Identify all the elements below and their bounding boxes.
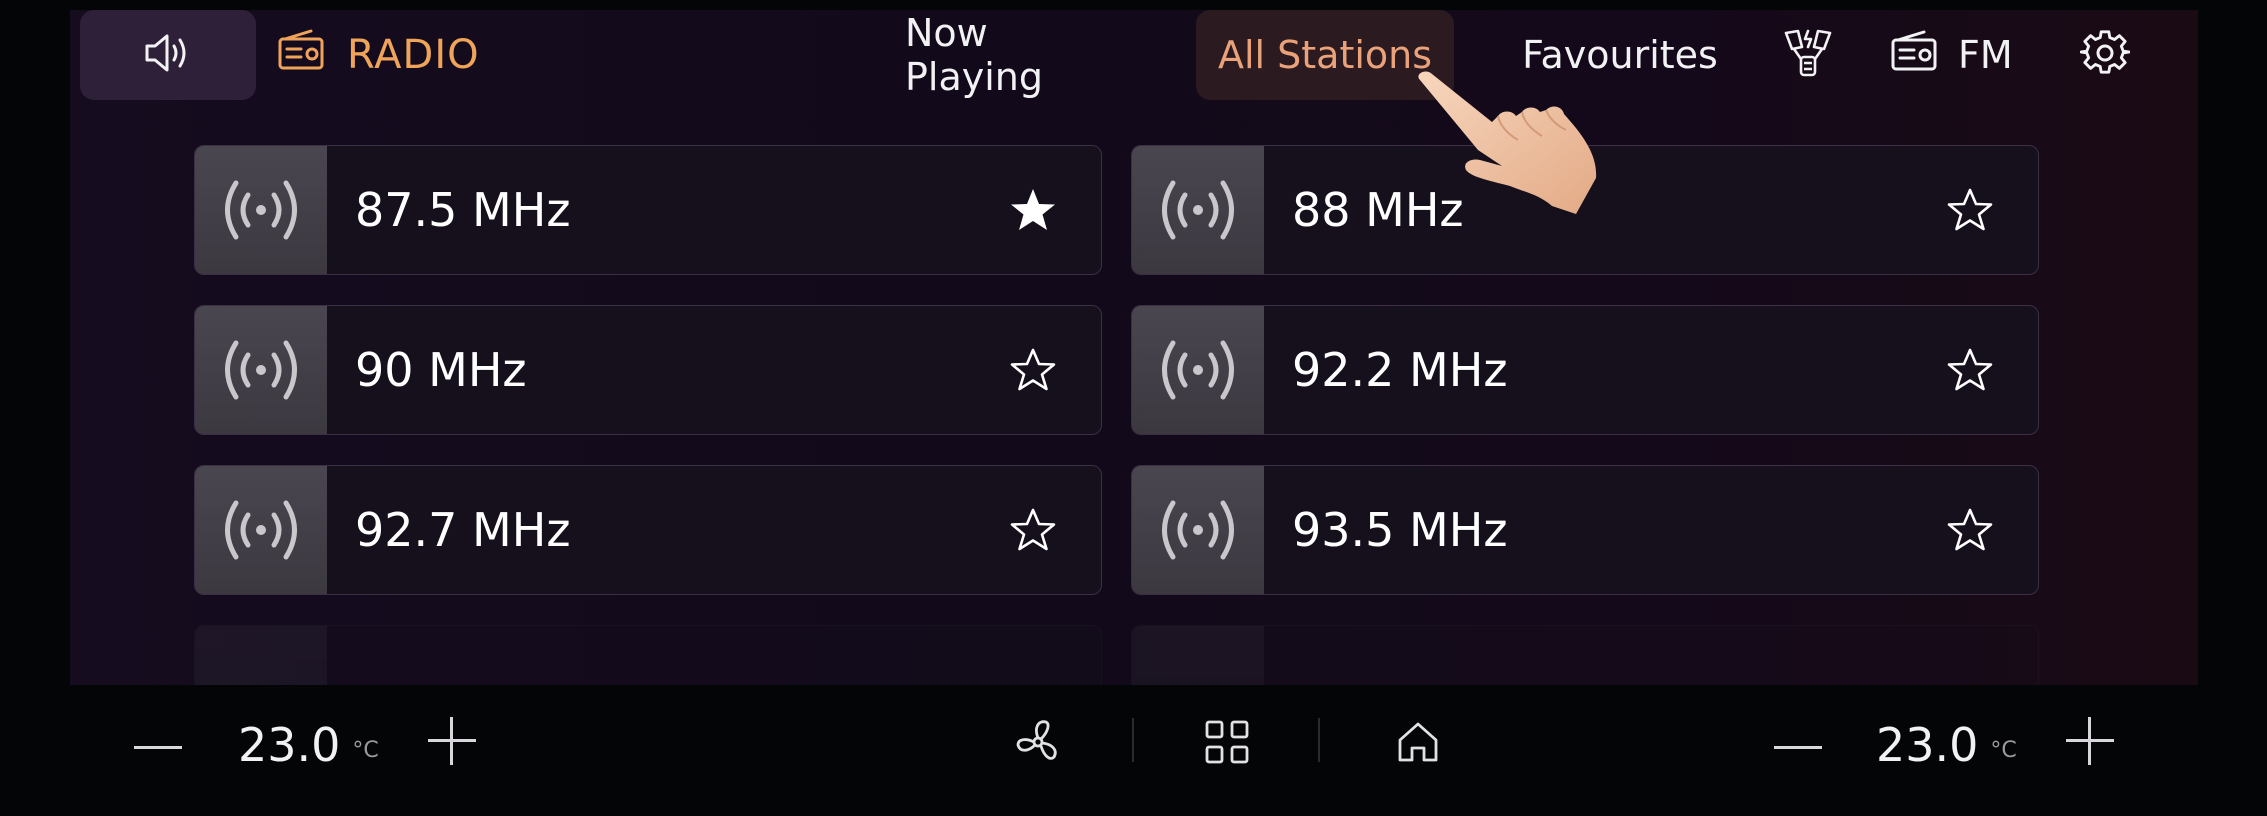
left-temp-increase-button[interactable] (428, 717, 476, 769)
grid-icon (1204, 719, 1250, 769)
right-temperature: 23.0 °C (1876, 712, 2017, 778)
station-card[interactable]: 87.5 MHz (194, 145, 1102, 275)
radio-icon (1890, 30, 1938, 81)
speaker-tuning-icon (1782, 27, 1834, 83)
apps-button[interactable] (1204, 716, 1250, 772)
minus-icon (1774, 736, 1822, 755)
station-card[interactable]: 93.5 MHz (1131, 465, 2039, 595)
app-title-label: RADIO (347, 32, 480, 78)
station-frequency: 87.5 MHz (355, 183, 571, 237)
station-card[interactable]: 92.2 MHz (1131, 305, 2039, 435)
right-temp-decrease-button[interactable] (1774, 720, 1822, 770)
station-card-partial[interactable] (194, 625, 1102, 685)
right-temp-unit: °C (1990, 737, 2017, 763)
radio-icon (277, 29, 325, 81)
left-temp-value: 23.0 (238, 718, 341, 772)
broadcast-icon (1132, 146, 1264, 274)
favourite-star-filled-icon[interactable] (1003, 187, 1063, 233)
favourite-star-icon[interactable] (1940, 187, 2000, 233)
station-frequency: 90 MHz (355, 343, 527, 397)
station-card-partial[interactable] (1131, 625, 2039, 685)
broadcast-icon (1132, 306, 1264, 434)
volume-button[interactable] (80, 10, 256, 100)
broadcast-icon (195, 306, 327, 434)
band-label: FM (1958, 33, 2013, 77)
station-frequency: 92.2 MHz (1292, 343, 1508, 397)
left-temp-unit: °C (352, 737, 379, 763)
gear-icon (2079, 28, 2131, 82)
broadcast-icon (1132, 466, 1264, 594)
station-card[interactable]: 92.7 MHz (194, 465, 1102, 595)
plus-icon (2066, 717, 2114, 769)
left-temperature: 23.0 °C (238, 712, 379, 778)
band-selector[interactable]: FM (1890, 10, 2013, 100)
broadcast-icon (195, 626, 327, 685)
minus-icon (134, 736, 182, 755)
divider (1318, 718, 1320, 762)
home-icon (1396, 720, 1440, 768)
settings-button[interactable] (2079, 10, 2131, 100)
app-title: RADIO (277, 10, 480, 100)
left-temp-decrease-button[interactable] (134, 720, 182, 770)
favourite-star-icon[interactable] (1003, 507, 1063, 553)
sound-effects-button[interactable] (1782, 10, 1834, 100)
plus-icon (428, 717, 476, 769)
favourite-star-icon[interactable] (1003, 347, 1063, 393)
favourite-star-icon[interactable] (1940, 507, 2000, 553)
station-frequency: 93.5 MHz (1292, 503, 1508, 557)
fan-button[interactable] (1012, 716, 1064, 772)
broadcast-icon (195, 466, 327, 594)
broadcast-icon (1132, 626, 1264, 685)
home-button[interactable] (1396, 716, 1440, 772)
right-temp-value: 23.0 (1876, 718, 1979, 772)
right-temp-increase-button[interactable] (2066, 717, 2114, 769)
tap-hand-illustration (1400, 60, 1660, 244)
broadcast-icon (195, 146, 327, 274)
station-card[interactable]: 90 MHz (194, 305, 1102, 435)
radio-screen: RADIO Now Playing All Stations Favourite… (70, 10, 2198, 685)
station-frequency: 92.7 MHz (355, 503, 571, 557)
speaker-icon (143, 31, 193, 79)
tab-now-playing[interactable]: Now Playing (905, 10, 1125, 100)
favourite-star-icon[interactable] (1940, 347, 2000, 393)
fan-icon (1012, 716, 1064, 772)
divider (1132, 718, 1134, 762)
